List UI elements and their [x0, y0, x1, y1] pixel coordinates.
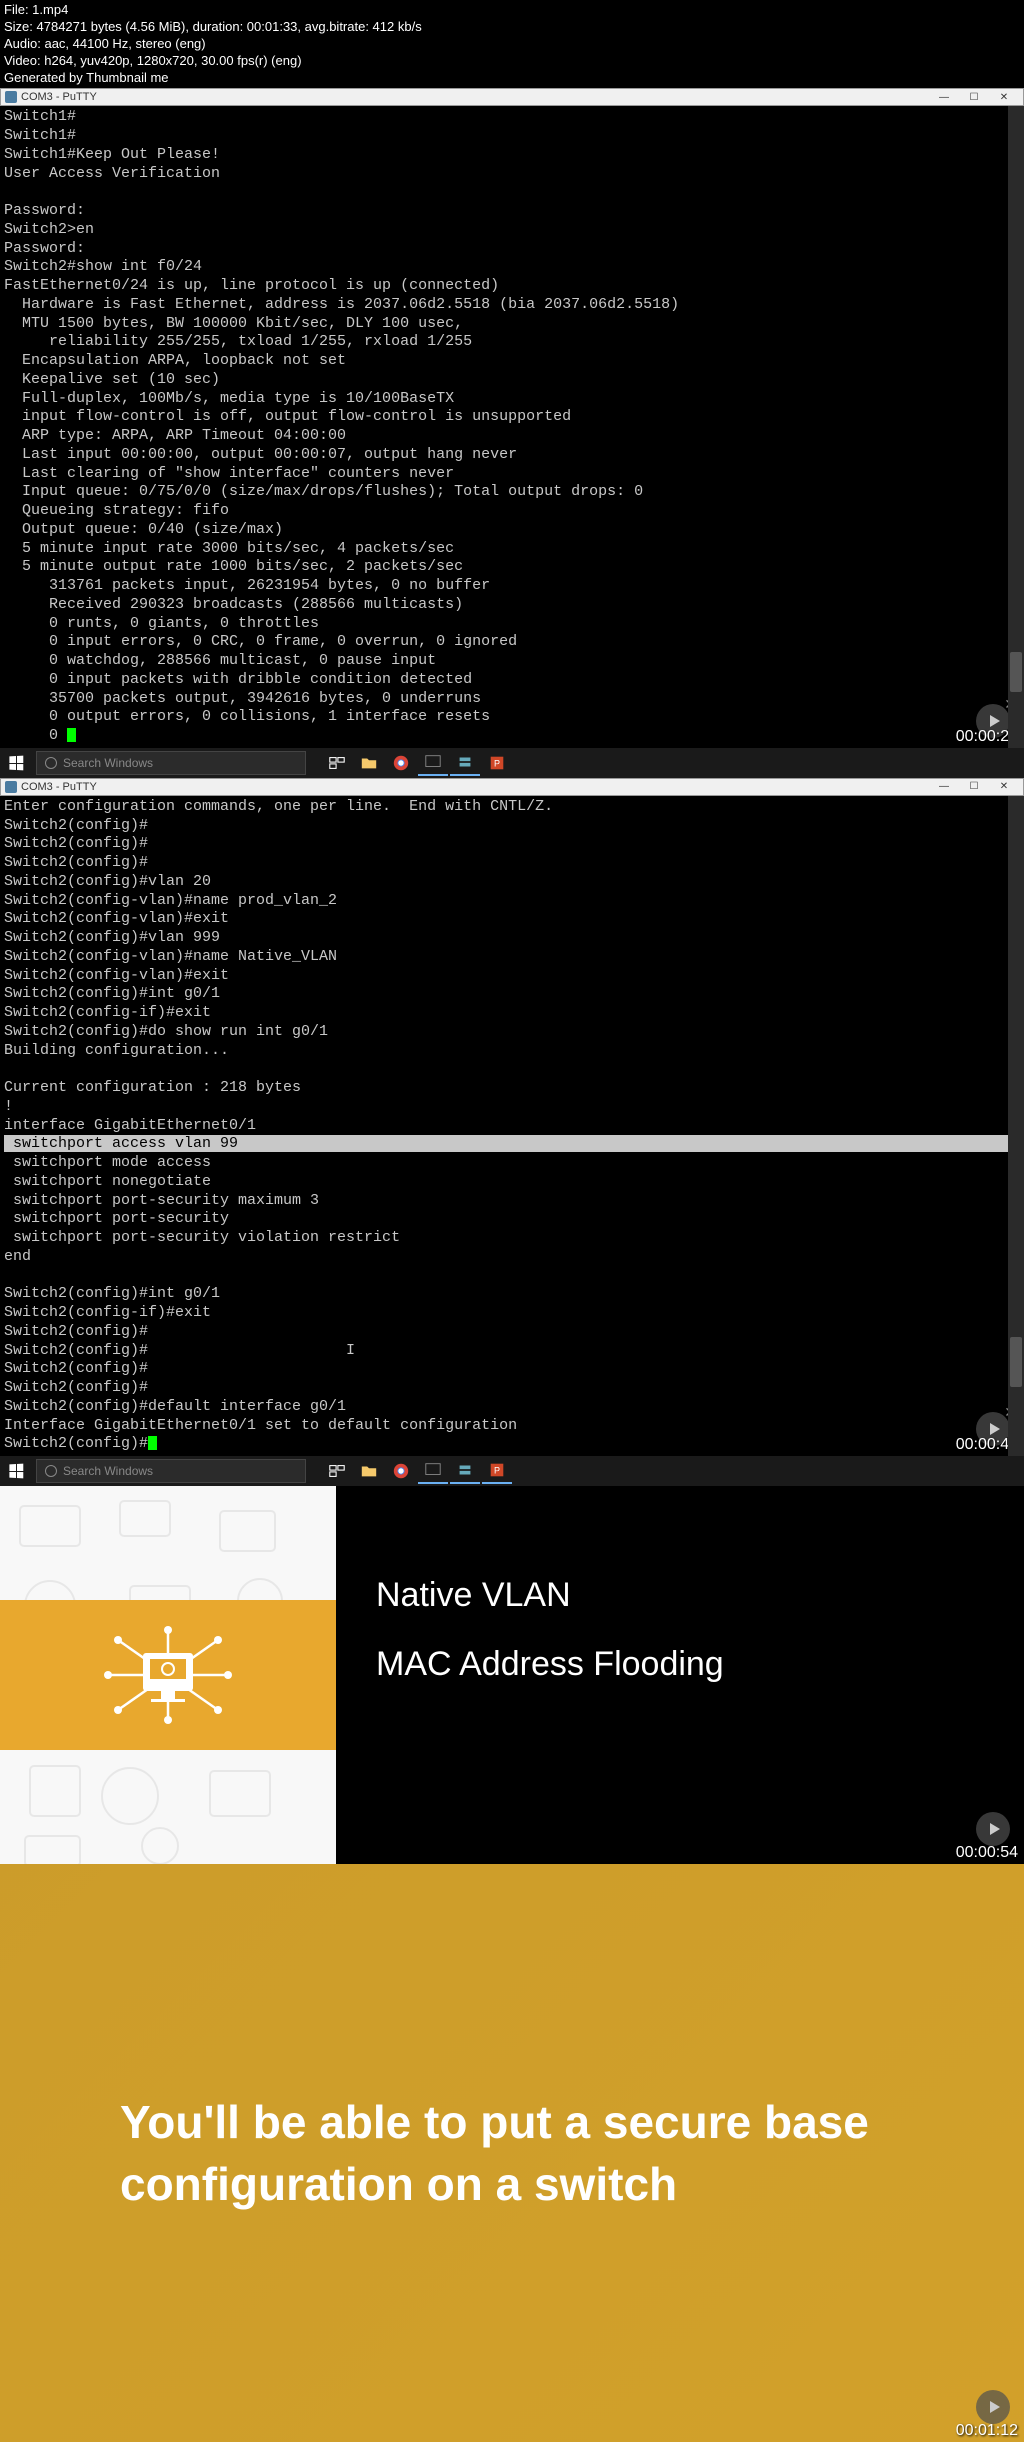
terminal-output-2[interactable]: Enter configuration commands, one per li…: [0, 796, 1024, 1456]
file-info-header: File: 1.mp4 Size: 4784271 bytes (4.56 Mi…: [0, 0, 1024, 88]
powerpoint-icon[interactable]: P: [482, 1458, 512, 1484]
file-explorer-icon[interactable]: [354, 1458, 384, 1484]
search-icon: [45, 757, 57, 769]
minimize-button[interactable]: —: [929, 779, 959, 795]
file-name: File: 1.mp4: [4, 2, 1020, 19]
network-tool-icon[interactable]: [450, 1458, 480, 1484]
maximize-button[interactable]: ☐: [959, 779, 989, 795]
taskbar-2: Search Windows P: [0, 1456, 1024, 1486]
scrollbar[interactable]: [1008, 106, 1024, 748]
powerpoint-icon[interactable]: P: [482, 750, 512, 776]
windows-icon: [9, 1464, 23, 1479]
start-button[interactable]: [4, 1459, 28, 1483]
slide-secure-config: You'll be able to put a secure base conf…: [0, 1864, 1024, 2442]
putty-task-icon[interactable]: [418, 1458, 448, 1484]
taskbar-1: Search Windows P: [0, 748, 1024, 778]
timestamp-3: 00:00:54: [956, 1844, 1018, 1862]
search-icon: [45, 1465, 57, 1477]
task-view-icon[interactable]: [322, 1458, 352, 1484]
slide3-title2: MAC Address Flooding: [376, 1645, 984, 1684]
putty-task-icon[interactable]: [418, 750, 448, 776]
minimize-button[interactable]: —: [929, 89, 959, 105]
slide3-graphic-panel: [0, 1486, 336, 1864]
putty-title: COM3 - PuTTY: [21, 91, 97, 103]
audio-info: Audio: aac, 44100 Hz, stereo (eng): [4, 36, 1020, 53]
close-button[interactable]: ✕: [989, 89, 1019, 105]
chrome-icon[interactable]: [386, 1458, 416, 1484]
scrollbar[interactable]: [1008, 796, 1024, 1456]
slide4-heading: You'll be able to put a secure base conf…: [120, 2091, 904, 2215]
search-input[interactable]: Search Windows: [36, 1459, 306, 1483]
putty-icon: [5, 781, 17, 793]
timestamp-4: 00:01:12: [956, 2422, 1018, 2440]
network-diagram-icon: [83, 1615, 253, 1735]
play-icon[interactable]: [976, 2390, 1010, 2424]
terminal-output-1[interactable]: Switch1# Switch1# Switch1#Keep Out Pleas…: [0, 106, 1024, 748]
windows-icon: [9, 756, 23, 771]
close-button[interactable]: ✕: [989, 779, 1019, 795]
file-explorer-icon[interactable]: [354, 750, 384, 776]
svg-text:P: P: [494, 1466, 500, 1476]
start-button[interactable]: [4, 751, 28, 775]
putty-titlebar-2[interactable]: COM3 - PuTTY — ☐ ✕: [0, 778, 1024, 796]
svg-text:P: P: [494, 759, 500, 769]
task-view-icon[interactable]: [322, 750, 352, 776]
search-input[interactable]: Search Windows: [36, 751, 306, 775]
putty-title: COM3 - PuTTY: [21, 781, 97, 793]
network-tool-icon[interactable]: [450, 750, 480, 776]
video-info: Video: h264, yuv420p, 1280x720, 30.00 fp…: [4, 53, 1020, 70]
putty-icon: [5, 91, 17, 103]
play-icon[interactable]: [976, 1812, 1010, 1846]
slide-native-vlan: Native VLAN MAC Address Flooding 00:00:5…: [0, 1486, 1024, 1864]
slide3-title1: Native VLAN: [376, 1576, 984, 1615]
putty-titlebar-1[interactable]: COM3 - PuTTY — ☐ ✕: [0, 88, 1024, 106]
generator: Generated by Thumbnail me: [4, 70, 1020, 87]
maximize-button[interactable]: ☐: [959, 89, 989, 105]
chrome-icon[interactable]: [386, 750, 416, 776]
file-size: Size: 4784271 bytes (4.56 MiB), duration…: [4, 19, 1020, 36]
